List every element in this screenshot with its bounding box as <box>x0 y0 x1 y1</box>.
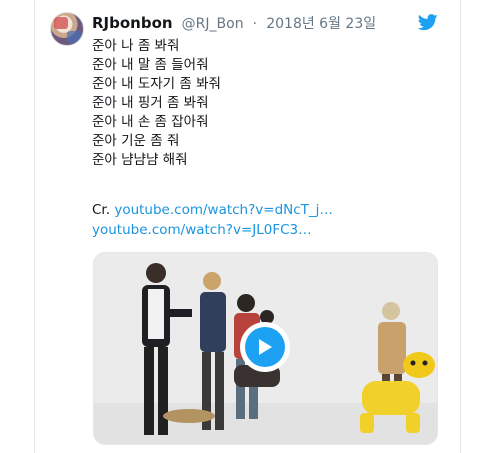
credit-prefix: Cr. <box>92 202 111 218</box>
play-icon <box>245 327 285 367</box>
tweet-line: 준아 내 도자기 좀 봐줘 <box>92 76 221 92</box>
avatar-detail <box>67 31 81 43</box>
tweet-line: 준아 내 손 좀 잡아줘 <box>92 114 209 130</box>
credit-text: Cr. youtube.com/watch?v=dNcT_j…youtube.c… <box>92 200 442 240</box>
youtube-link[interactable]: youtube.com/watch?v=dNcT_j…youtube.com/w… <box>92 202 333 238</box>
user-handle[interactable]: @RJ_Bon <box>182 16 244 32</box>
tweet-line: 준아 내 말 좀 들어줘 <box>92 57 209 73</box>
tweet-line: 준아 냠냠냠 해줘 <box>92 152 188 168</box>
tweet-line: 준아 기운 좀 줘 <box>92 133 180 149</box>
play-button[interactable] <box>240 322 290 372</box>
avatar[interactable] <box>50 12 84 46</box>
separator-dot: · <box>252 16 258 32</box>
tweet-date[interactable]: 2018년 6월 23일 <box>266 16 376 32</box>
tweet-line: 준아 내 핑거 좀 봐줘 <box>92 95 209 111</box>
twitter-bird-icon[interactable] <box>418 14 438 31</box>
display-name[interactable]: RJbonbon <box>92 14 173 32</box>
tweet-text: 준아 나 좀 봐줘 준아 내 말 좀 들어줘 준아 내 도자기 좀 봐줘 준아 … <box>92 37 442 170</box>
avatar-detail <box>54 17 68 29</box>
tweet-line: 준아 나 좀 봐줘 <box>92 38 180 54</box>
tweet-header: RJbonbon @RJ_Bon · 2018년 6월 23일 <box>92 13 376 33</box>
